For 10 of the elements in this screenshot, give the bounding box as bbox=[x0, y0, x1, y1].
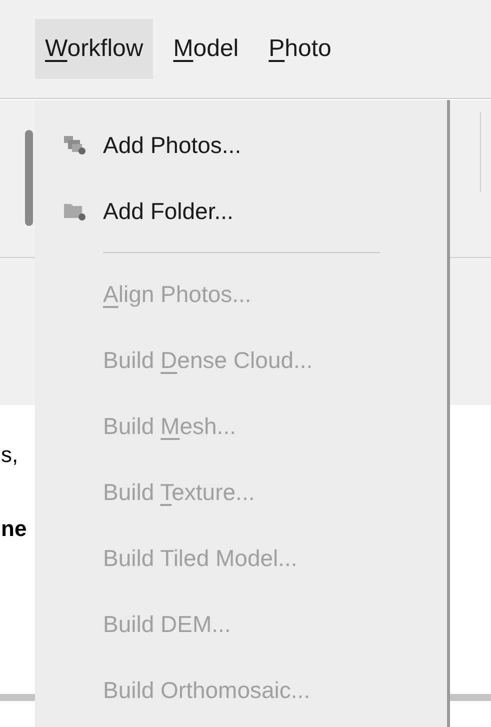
menu-bar-item[interactable]: Photo bbox=[258, 19, 342, 79]
partial-text: s, bbox=[1, 441, 18, 469]
menu-item[interactable]: Add Folder... bbox=[103, 194, 234, 228]
folder-icon bbox=[63, 201, 87, 221]
partial-text: ne bbox=[1, 515, 27, 543]
panel-handle[interactable] bbox=[25, 130, 33, 226]
menu-bar-item[interactable]: Model bbox=[163, 19, 249, 79]
menu-bar-item[interactable]: Workflow bbox=[35, 19, 154, 79]
menu-item[interactable]: Add Photos... bbox=[103, 128, 242, 162]
photos-icon bbox=[63, 135, 87, 155]
